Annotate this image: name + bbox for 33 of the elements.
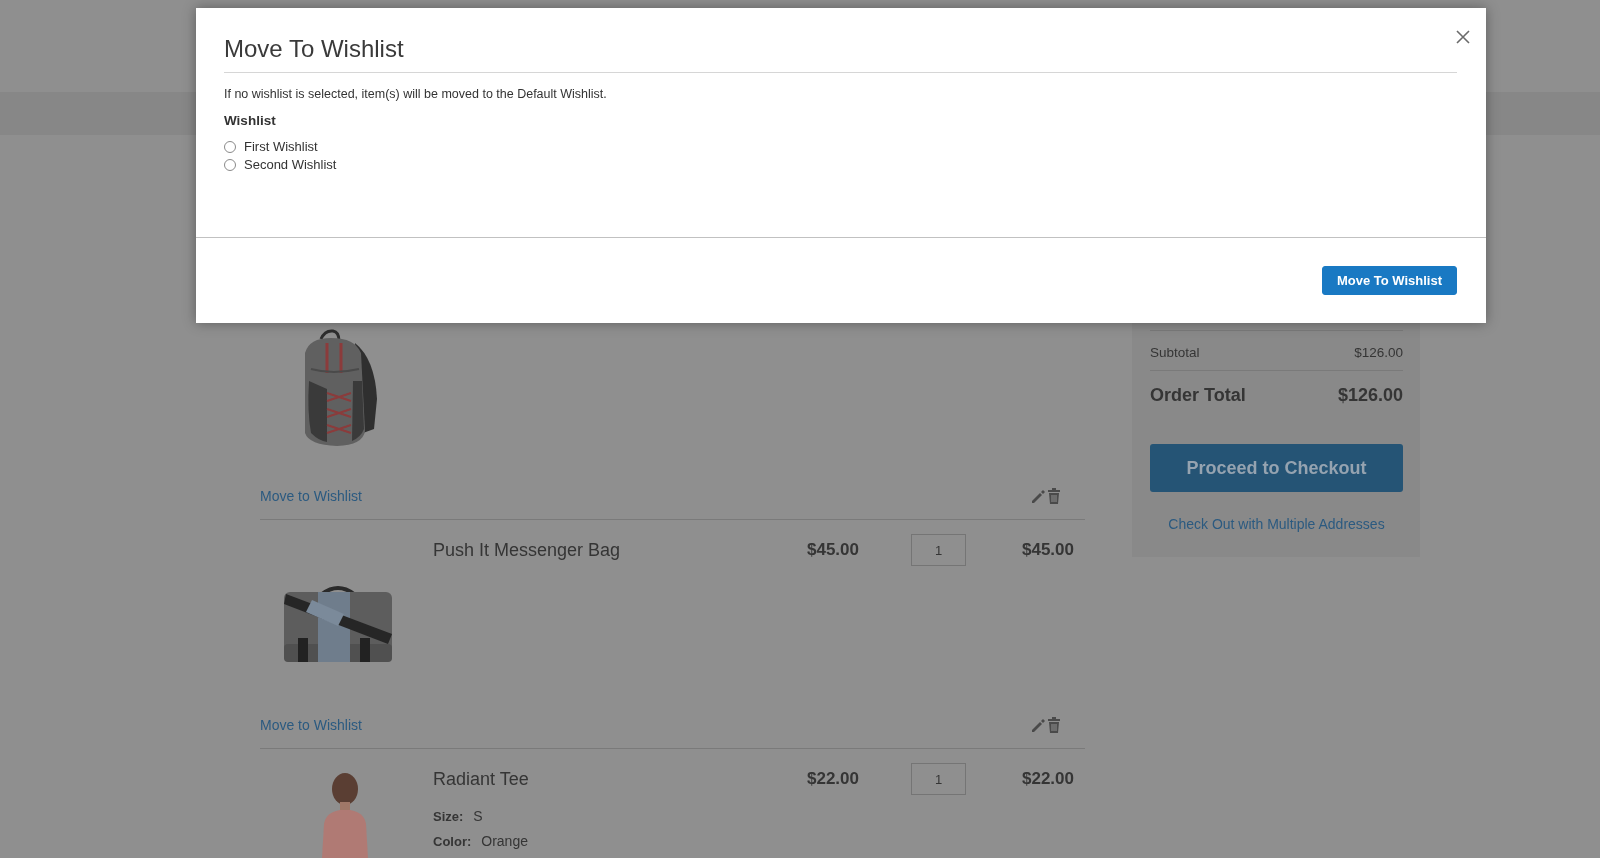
proceed-to-checkout-button[interactable]: Proceed to Checkout bbox=[1150, 444, 1403, 492]
pencil-icon[interactable] bbox=[1030, 489, 1045, 504]
subtotal-label: Subtotal bbox=[1150, 344, 1200, 362]
radio-label: Second Wishlist bbox=[244, 156, 337, 174]
trash-icon[interactable] bbox=[1047, 488, 1061, 504]
product-price: $45.00 bbox=[807, 540, 859, 560]
product-name: Push It Messenger Bag bbox=[433, 540, 621, 560]
option-value: Orange bbox=[481, 832, 528, 851]
option-label: Size: bbox=[433, 808, 464, 826]
order-total-label: Order Total bbox=[1150, 384, 1246, 407]
option-value: S bbox=[473, 807, 483, 826]
product-name: Radiant Tee bbox=[433, 769, 529, 789]
radio-button[interactable] bbox=[224, 141, 236, 153]
multiple-addresses-link[interactable]: Check Out with Multiple Addresses bbox=[1168, 516, 1385, 532]
move-to-wishlist-button[interactable]: Move To Wishlist bbox=[1321, 266, 1457, 295]
pencil-icon[interactable] bbox=[1030, 718, 1045, 733]
modal-title: Move To Wishlist bbox=[224, 34, 404, 64]
field-label: Wishlist bbox=[224, 112, 276, 130]
subtotal-value: $126.00 bbox=[1354, 344, 1403, 362]
move-to-wishlist-link[interactable]: Move to Wishlist bbox=[260, 488, 362, 504]
radio-label: First Wishlist bbox=[244, 138, 318, 156]
line-subtotal: $45.00 bbox=[1022, 540, 1074, 560]
modal-note: If no wishlist is selected, item(s) will be moved to the Default Wishlist. bbox=[224, 86, 607, 103]
line-subtotal: $22.00 bbox=[1022, 769, 1074, 789]
quantity-field[interactable]: 1 bbox=[911, 534, 966, 566]
option-label: Color: bbox=[433, 833, 472, 851]
order-total-value: $126.00 bbox=[1337, 384, 1403, 407]
radio-button[interactable] bbox=[224, 159, 236, 171]
product-price: $22.00 bbox=[807, 769, 859, 789]
trash-icon[interactable] bbox=[1047, 717, 1061, 733]
quantity-field[interactable]: 1 bbox=[911, 763, 966, 795]
move-to-wishlist-link[interactable]: Move to Wishlist bbox=[260, 717, 362, 733]
close-icon[interactable] bbox=[1455, 29, 1471, 45]
